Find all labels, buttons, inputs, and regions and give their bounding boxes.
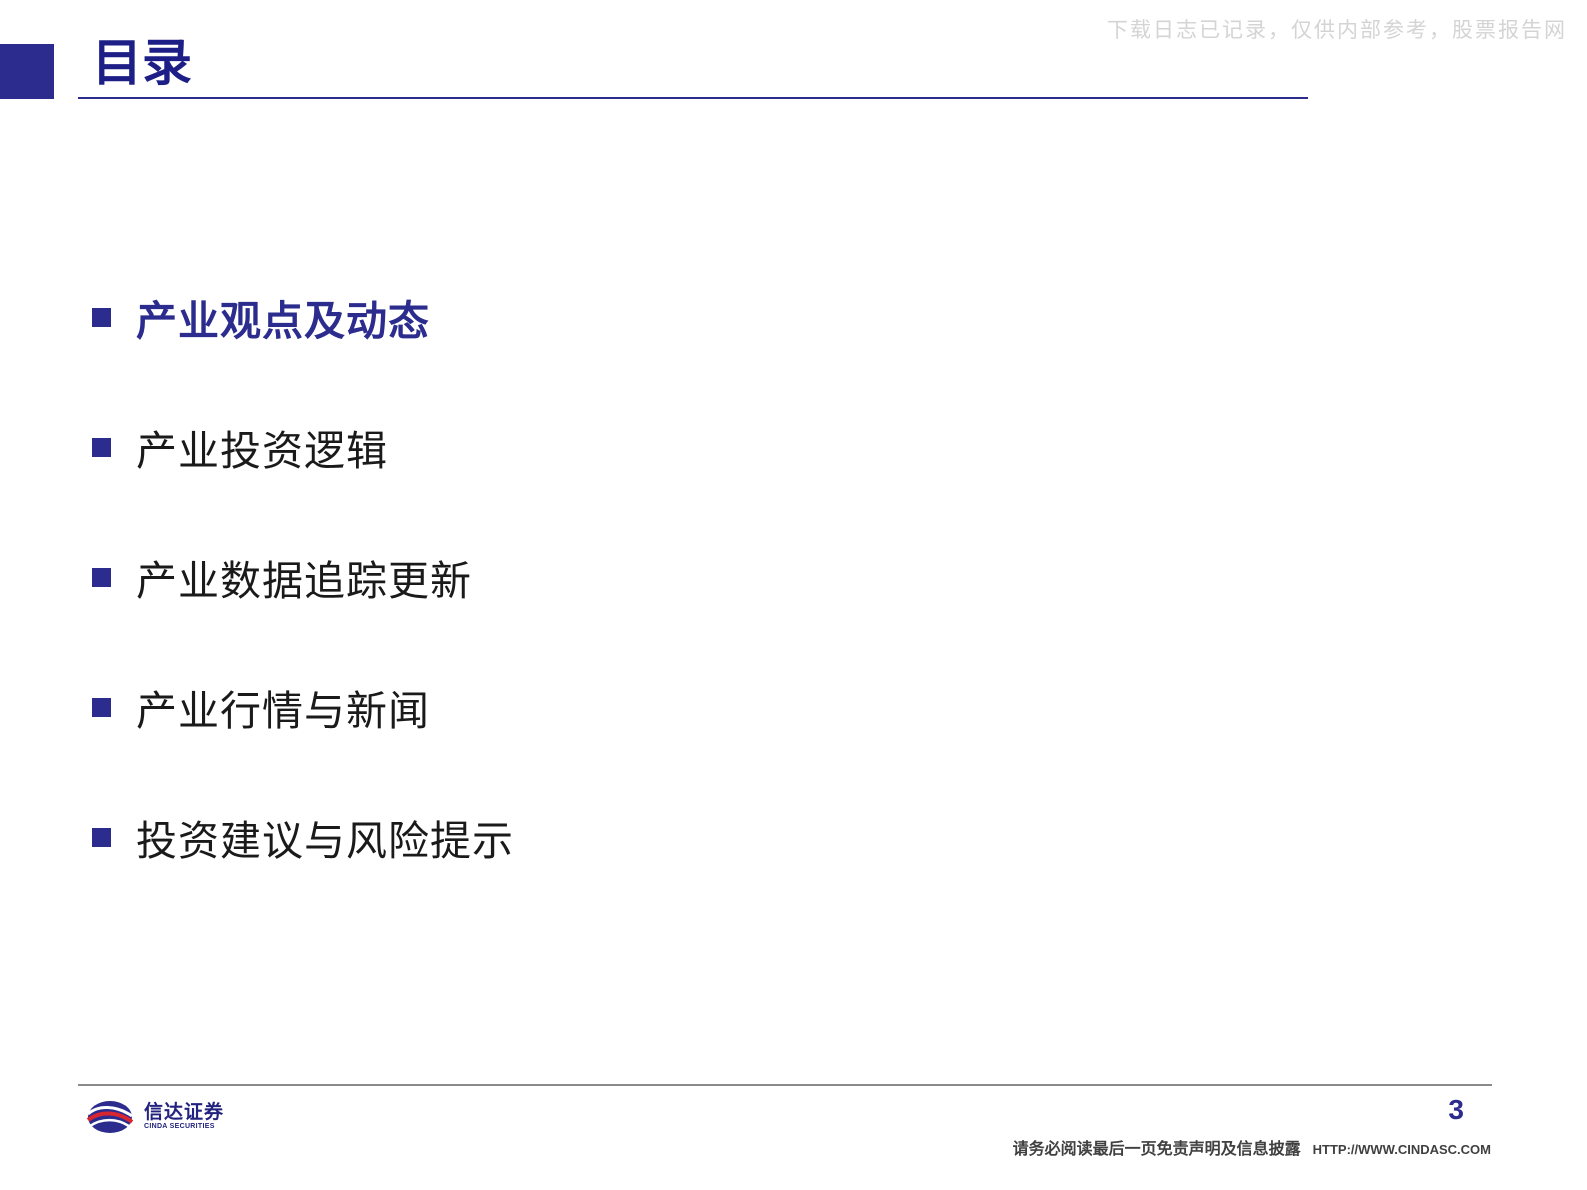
page-number: 3: [1448, 1094, 1464, 1125]
square-bullet-icon: [92, 437, 111, 457]
toc-item-label: 产业行情与新闻: [136, 687, 430, 735]
company-logo: 信达证券 CINDA SECURITIES: [86, 1099, 224, 1135]
footer-divider: [78, 1084, 1492, 1086]
toc-item-label: 产业数据追踪更新: [136, 557, 472, 605]
square-bullet-icon: [92, 827, 111, 847]
cinda-logo-icon: [86, 1101, 134, 1133]
toc-item-label: 投资建议与风险提示: [136, 817, 514, 865]
table-of-contents: 产业观点及动态 产业投资逻辑 产业数据追踪更新 产业行情与新闻 投资建议与风险提…: [92, 285, 514, 935]
title-divider: [78, 97, 1308, 99]
logo-chinese-name: 信达证券: [144, 1101, 225, 1123]
square-bullet-icon: [92, 697, 111, 717]
watermark-text: 下载日志已记录，仅供内部参考，股票报告网: [1107, 18, 1567, 42]
footer-disclaimer: 请务必阅读最后一页免责声明及信息披露 HTTP://WWW.CINDASC.COM: [1013, 1135, 1491, 1159]
toc-item: 产业观点及动态: [92, 285, 514, 349]
logo-english-name: CINDA SECURITIES: [144, 1123, 215, 1130]
header-accent-block: [0, 44, 54, 99]
page-title: 目录: [92, 34, 192, 92]
toc-item: 投资建议与风险提示: [92, 805, 514, 869]
toc-item: 产业数据追踪更新: [92, 545, 514, 609]
toc-item: 产业行情与新闻: [92, 675, 514, 739]
square-bullet-icon: [92, 307, 111, 327]
toc-item-label: 产业投资逻辑: [136, 427, 388, 475]
toc-item: 产业投资逻辑: [92, 415, 514, 479]
toc-item-label: 产业观点及动态: [136, 297, 430, 345]
website-link[interactable]: HTTP://WWW.CINDASC.COM: [1313, 1142, 1491, 1157]
disclaimer-text: 请务必阅读最后一页免责声明及信息披露: [1012, 1139, 1301, 1158]
square-bullet-icon: [92, 567, 111, 587]
